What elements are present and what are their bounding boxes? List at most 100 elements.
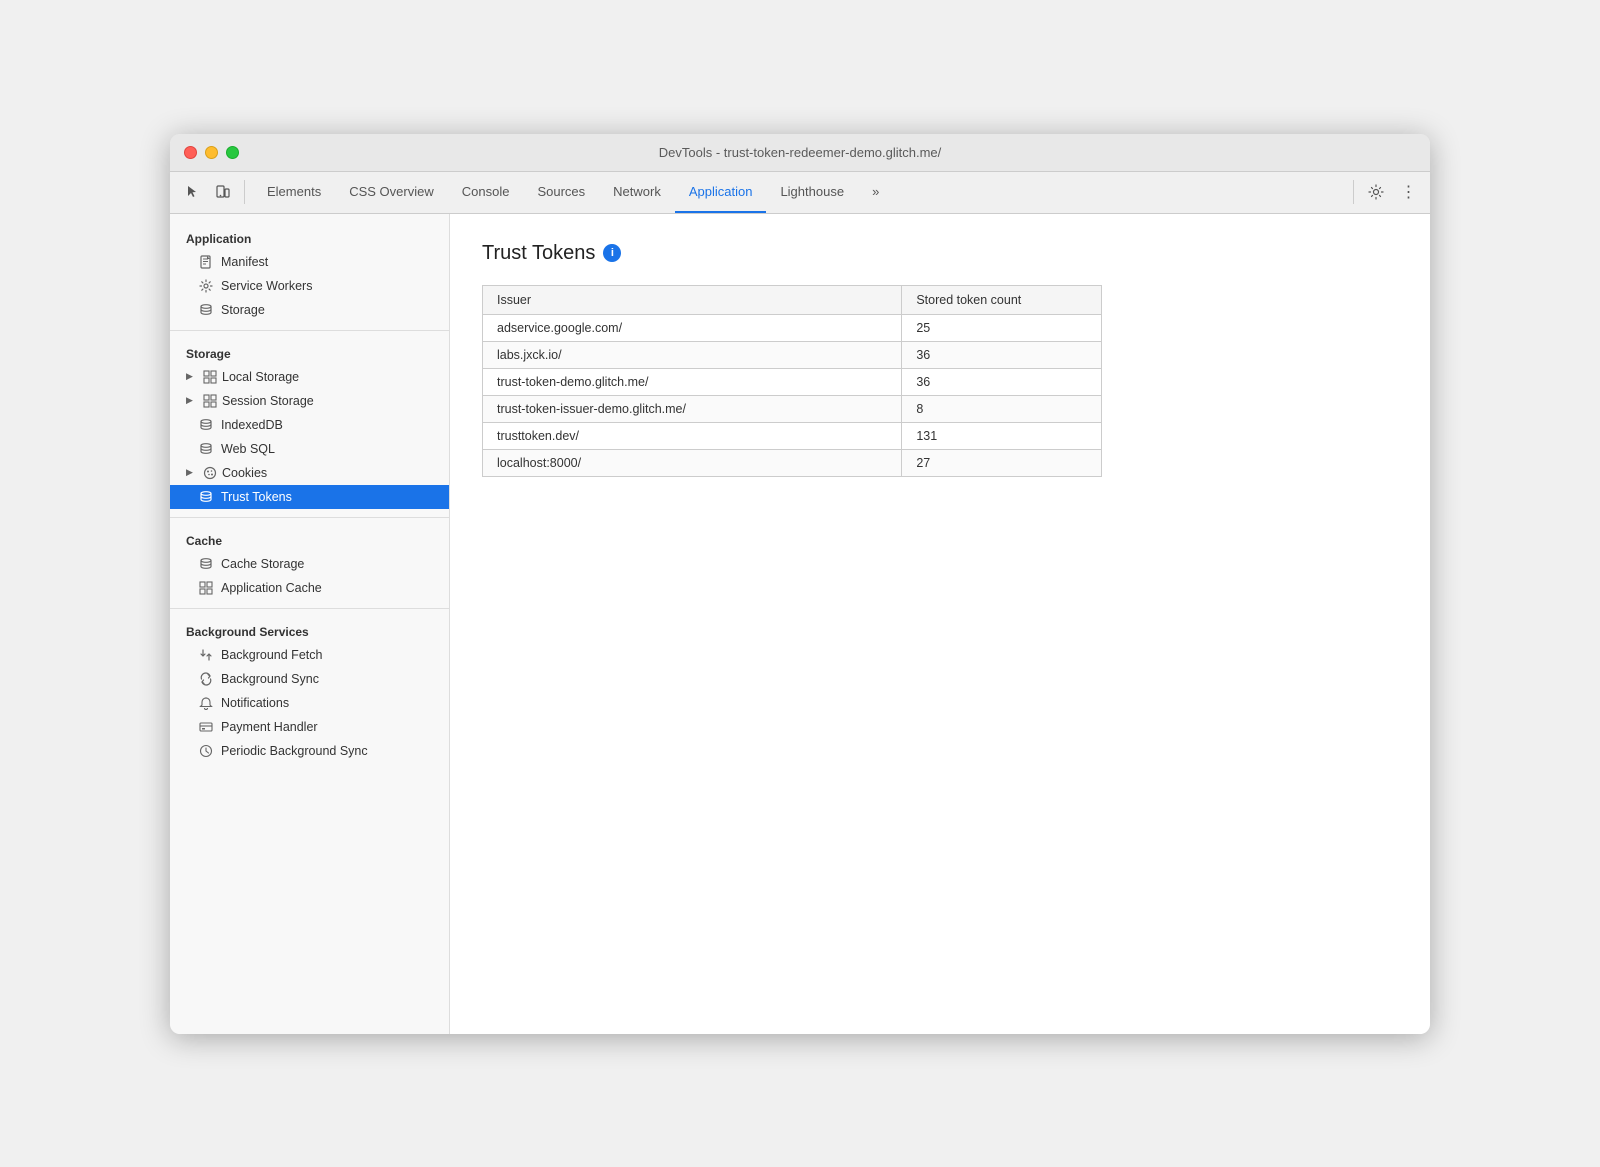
sidebar-item-indexeddb[interactable]: IndexedDB [170, 413, 449, 437]
settings-button[interactable] [1362, 178, 1390, 206]
devtools-window: DevTools - trust-token-redeemer-demo.gli… [170, 134, 1430, 1034]
tab-elements[interactable]: Elements [253, 172, 335, 213]
section-label-storage: Storage [170, 339, 449, 365]
sidebar-item-payment-handler[interactable]: Payment Handler [170, 715, 449, 739]
cell-count: 27 [902, 449, 1102, 476]
section-label-application: Application [170, 224, 449, 250]
sidebar-item-label-cache-storage: Cache Storage [221, 557, 304, 571]
cell-issuer: adservice.google.com/ [483, 314, 902, 341]
grid-icon-session [202, 394, 218, 408]
toolbar-divider-1 [244, 180, 245, 204]
window-title: DevTools - trust-token-redeemer-demo.gli… [659, 145, 942, 160]
sidebar-item-label-payment-handler: Payment Handler [221, 720, 318, 734]
sidebar-item-label-indexeddb: IndexedDB [221, 418, 283, 432]
chevron-right-icon: ▶ [186, 371, 198, 382]
minimize-button[interactable] [205, 146, 218, 159]
sidebar-item-background-sync[interactable]: Background Sync [170, 667, 449, 691]
table-row[interactable]: trust-token-demo.glitch.me/36 [483, 368, 1102, 395]
grid-icon-appcache [198, 581, 214, 595]
tab-css-overview[interactable]: CSS Overview [335, 172, 448, 213]
sidebar-item-label-application-cache: Application Cache [221, 581, 322, 595]
column-header-count: Stored token count [902, 285, 1102, 314]
database-icon [198, 303, 214, 317]
sidebar-item-label-notifications: Notifications [221, 696, 289, 710]
table-row[interactable]: localhost:8000/27 [483, 449, 1102, 476]
toolbar-tabs: Elements CSS Overview Console Sources Ne… [253, 172, 1345, 213]
cell-count: 131 [902, 422, 1102, 449]
page-title: Trust Tokens i [482, 242, 1398, 265]
device-icon [214, 184, 230, 200]
toolbar: Elements CSS Overview Console Sources Ne… [170, 172, 1430, 214]
sidebar-item-periodic-bg-sync[interactable]: Periodic Background Sync [170, 739, 449, 763]
chevron-right-icon-2: ▶ [186, 395, 198, 406]
sidebar-item-cache-storage[interactable]: Cache Storage [170, 552, 449, 576]
database-icon-trust [198, 490, 214, 504]
more-options-icon: ⋮ [1401, 182, 1416, 202]
more-options-button[interactable]: ⋮ [1394, 178, 1422, 206]
sync-icon [198, 672, 214, 686]
tab-sources[interactable]: Sources [523, 172, 599, 213]
sidebar-item-session-storage[interactable]: ▶ Session Storage [170, 389, 449, 413]
sidebar-item-background-fetch[interactable]: Background Fetch [170, 643, 449, 667]
sidebar-item-manifest[interactable]: Manifest [170, 250, 449, 274]
cursor-icon [184, 184, 200, 200]
sidebar-item-label-web-sql: Web SQL [221, 442, 275, 456]
sidebar-item-local-storage[interactable]: ▶ Local Storage [170, 365, 449, 389]
tab-application[interactable]: Application [675, 172, 767, 213]
divider-3 [170, 608, 449, 609]
sidebar-item-trust-tokens[interactable]: Trust Tokens [170, 485, 449, 509]
trust-tokens-table: Issuer Stored token count adservice.goog… [482, 285, 1102, 477]
table-row[interactable]: trust-token-issuer-demo.glitch.me/8 [483, 395, 1102, 422]
section-label-cache: Cache [170, 526, 449, 552]
gear-icon [198, 279, 214, 293]
table-row[interactable]: trusttoken.dev/131 [483, 422, 1102, 449]
sidebar-item-label-background-sync: Background Sync [221, 672, 319, 686]
device-toggle-button[interactable] [208, 178, 236, 206]
cell-issuer: labs.jxck.io/ [483, 341, 902, 368]
document-icon [198, 255, 214, 269]
cell-issuer: trusttoken.dev/ [483, 422, 902, 449]
database-icon-cache [198, 557, 214, 571]
divider-1 [170, 330, 449, 331]
title-bar: DevTools - trust-token-redeemer-demo.gli… [170, 134, 1430, 172]
sidebar-item-application-cache[interactable]: Application Cache [170, 576, 449, 600]
database-icon-indexed [198, 418, 214, 432]
sidebar-item-label-local-storage: Local Storage [222, 370, 299, 384]
sidebar-item-label-trust-tokens: Trust Tokens [221, 490, 292, 504]
tab-more[interactable]: » [858, 172, 893, 213]
close-button[interactable] [184, 146, 197, 159]
sidebar-item-storage-app[interactable]: Storage [170, 298, 449, 322]
tab-console[interactable]: Console [448, 172, 524, 213]
sidebar-item-label-storage-app: Storage [221, 303, 265, 317]
arrows-icon [198, 648, 214, 662]
cell-count: 25 [902, 314, 1102, 341]
chevron-right-icon-3: ▶ [186, 467, 198, 478]
tab-network[interactable]: Network [599, 172, 675, 213]
tab-lighthouse[interactable]: Lighthouse [766, 172, 858, 213]
cookie-icon [202, 466, 218, 480]
maximize-button[interactable] [226, 146, 239, 159]
sidebar-item-label-service-workers: Service Workers [221, 279, 312, 293]
main-content: Application Manifest [170, 214, 1430, 1034]
sidebar: Application Manifest [170, 214, 450, 1034]
sidebar-item-notifications[interactable]: Notifications [170, 691, 449, 715]
credit-card-icon [198, 720, 214, 734]
table-header-row: Issuer Stored token count [483, 285, 1102, 314]
table-row[interactable]: labs.jxck.io/36 [483, 341, 1102, 368]
sidebar-item-cookies[interactable]: ▶ Cookies [170, 461, 449, 485]
grid-icon-local [202, 370, 218, 384]
toolbar-right: ⋮ [1362, 178, 1422, 206]
sidebar-item-label-periodic-bg-sync: Periodic Background Sync [221, 744, 368, 758]
sidebar-item-label-session-storage: Session Storage [222, 394, 314, 408]
sidebar-item-web-sql[interactable]: Web SQL [170, 437, 449, 461]
sidebar-item-label-manifest: Manifest [221, 255, 268, 269]
database-icon-sql [198, 442, 214, 456]
cell-issuer: localhost:8000/ [483, 449, 902, 476]
sidebar-item-label-background-fetch: Background Fetch [221, 648, 322, 662]
table-row[interactable]: adservice.google.com/25 [483, 314, 1102, 341]
info-icon[interactable]: i [603, 244, 621, 262]
cursor-tool-button[interactable] [178, 178, 206, 206]
page-title-text: Trust Tokens [482, 242, 595, 265]
cell-issuer: trust-token-issuer-demo.glitch.me/ [483, 395, 902, 422]
sidebar-item-service-workers[interactable]: Service Workers [170, 274, 449, 298]
